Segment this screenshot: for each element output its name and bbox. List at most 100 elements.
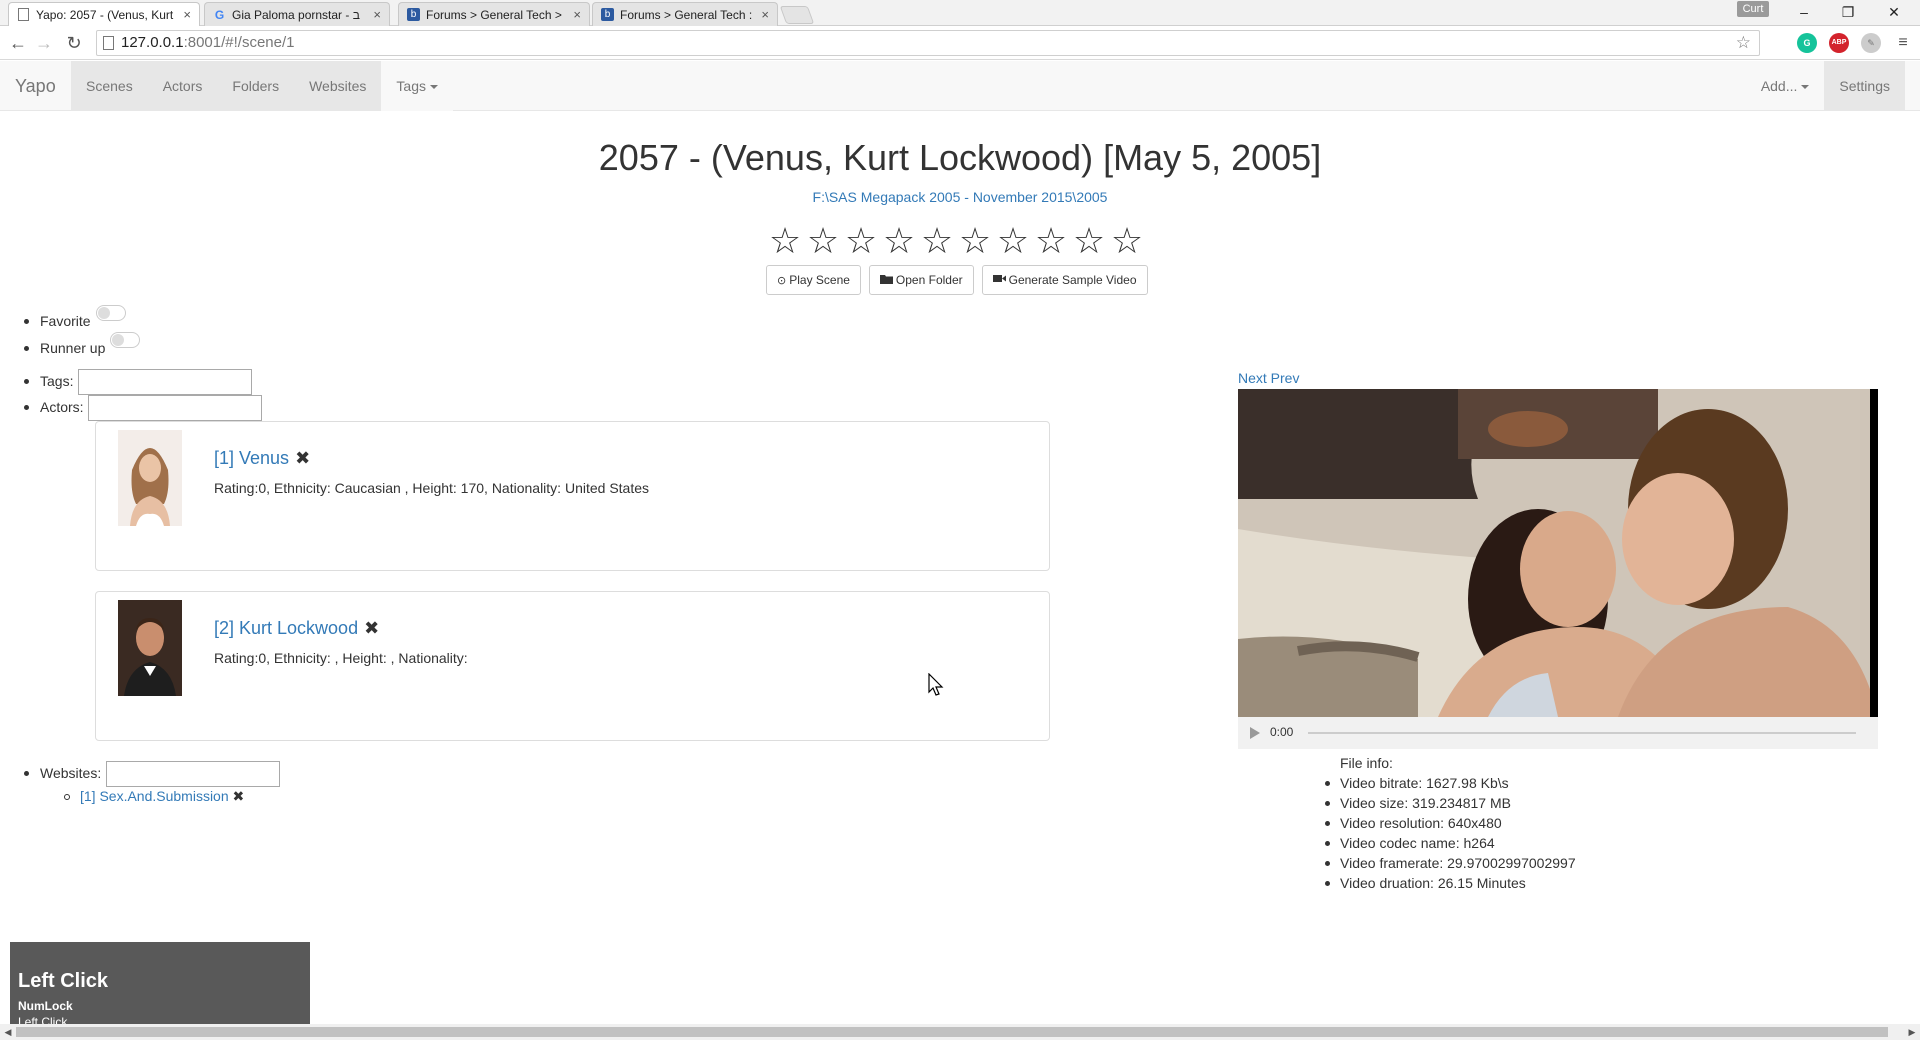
- generate-sample-button[interactable]: Generate Sample Video: [981, 265, 1148, 295]
- rating-star-1[interactable]: ☆: [766, 219, 804, 263]
- tags-input[interactable]: [78, 369, 252, 395]
- list-bullet: [1325, 781, 1330, 786]
- rating-star-4[interactable]: ☆: [880, 219, 918, 263]
- actor-name: [1] Venus: [214, 448, 290, 468]
- forum-icon: b: [407, 8, 420, 21]
- tags-label: Tags:: [40, 373, 74, 389]
- google-icon: G: [214, 7, 225, 22]
- keystroke-main: Left Click: [18, 970, 109, 992]
- video-player[interactable]: [1238, 389, 1878, 717]
- page-title: 2057 - (Venus, Kurt Lockwood) [May 5, 20…: [598, 137, 1322, 178]
- website-name: [1] Sex.And.Submission: [80, 788, 229, 804]
- actors-label: Actors:: [40, 399, 84, 415]
- browser-tab-4[interactable]: b Forums > General Tech : ×: [592, 2, 778, 26]
- nav-scenes[interactable]: Scenes: [71, 61, 148, 111]
- actor-name: [2] Kurt Lockwood: [214, 618, 359, 638]
- close-icon[interactable]: ×: [573, 7, 581, 22]
- list-bullet: [64, 794, 70, 800]
- minimize-icon[interactable]: –: [1784, 2, 1824, 22]
- favorite-toggle[interactable]: [96, 305, 126, 321]
- browser-tab-2[interactable]: G Gia Paloma pornstar - ב ×: [204, 2, 390, 26]
- list-bullet: [1325, 881, 1330, 886]
- browser-tab-1[interactable]: Yapo: 2057 - (Venus, Kurt ×: [8, 2, 200, 26]
- nav-right: Add... Settings: [1746, 61, 1905, 111]
- rating-star-3[interactable]: ☆: [842, 219, 880, 263]
- menu-icon[interactable]: ≡: [1893, 33, 1913, 53]
- browser-tab-3[interactable]: b Forums > General Tech > ×: [398, 2, 590, 26]
- actor-link[interactable]: [1] Venus ✖: [214, 448, 310, 469]
- websites-input[interactable]: [106, 761, 280, 787]
- horizontal-scrollbar[interactable]: ◀ ▶: [0, 1024, 1920, 1040]
- websites-label: Websites:: [40, 765, 102, 781]
- remove-icon[interactable]: ✖: [364, 618, 379, 638]
- browser-tabstrip: Yapo: 2057 - (Venus, Kurt × G Gia Paloma…: [0, 0, 1920, 26]
- nav-settings[interactable]: Settings: [1824, 61, 1905, 111]
- grammarly-extension-icon[interactable]: G: [1797, 33, 1817, 53]
- nav-add-label: Add...: [1760, 78, 1798, 94]
- brand-logo[interactable]: Yapo: [15, 61, 56, 111]
- actor-photo[interactable]: [118, 600, 182, 696]
- user-badge[interactable]: Curt: [1737, 1, 1769, 17]
- remove-icon[interactable]: ✖: [295, 448, 310, 468]
- nav-add-dropdown[interactable]: Add...: [1746, 61, 1825, 111]
- actor-link[interactable]: [2] Kurt Lockwood ✖: [214, 618, 379, 639]
- reload-icon[interactable]: ↻: [62, 31, 86, 55]
- nav-links: Scenes Actors Folders Websites Tags: [71, 61, 453, 111]
- page-icon: [103, 36, 114, 50]
- play-scene-button[interactable]: ⊙ Play Scene: [766, 265, 861, 295]
- rating-star-9[interactable]: ☆: [1070, 219, 1108, 263]
- forum-icon: b: [601, 8, 614, 21]
- keystroke-modifier: NumLock: [18, 999, 73, 1013]
- play-icon[interactable]: [1250, 727, 1260, 739]
- rating-star-2[interactable]: ☆: [804, 219, 842, 263]
- close-icon[interactable]: ×: [373, 7, 381, 22]
- video-progress-bar[interactable]: [1308, 732, 1856, 734]
- actors-input[interactable]: [88, 395, 262, 421]
- nav-tags-dropdown[interactable]: Tags: [381, 61, 453, 111]
- back-icon[interactable]: ←: [6, 31, 30, 55]
- close-icon[interactable]: ×: [183, 7, 191, 22]
- new-tab-button[interactable]: [779, 6, 815, 24]
- scroll-right-icon[interactable]: ▶: [1904, 1024, 1920, 1040]
- address-bar[interactable]: 127.0.0.1:8001/#!/scene/1 ☆: [96, 30, 1760, 56]
- nav-websites[interactable]: Websites: [294, 61, 381, 111]
- file-info-item: Video resolution: 640x480: [1340, 815, 1502, 831]
- file-info-item: Video codec name: h264: [1340, 835, 1495, 851]
- folder-icon: [879, 274, 893, 287]
- runner-up-label: Runner up: [40, 340, 106, 356]
- rating-star-6[interactable]: ☆: [956, 219, 994, 263]
- browser-toolbar: ← → ↻ 127.0.0.1:8001/#!/scene/1 ☆: [0, 26, 1920, 60]
- nav-folders[interactable]: Folders: [217, 61, 294, 111]
- list-bullet: [24, 405, 29, 410]
- actor-card: [2] Kurt Lockwood ✖ Rating:0, Ethnicity: …: [95, 591, 1050, 741]
- list-bullet: [24, 771, 29, 776]
- play-scene-label: Play Scene: [789, 273, 850, 287]
- website-link[interactable]: [1] Sex.And.Submission ✖: [80, 788, 244, 805]
- extension-icon[interactable]: ✎: [1861, 33, 1881, 53]
- video-controls: 0:00: [1238, 717, 1878, 749]
- scrollbar-thumb[interactable]: [16, 1027, 1888, 1037]
- runner-up-toggle[interactable]: [110, 332, 140, 348]
- list-bullet: [24, 379, 29, 384]
- rating-star-8[interactable]: ☆: [1032, 219, 1070, 263]
- scene-path-link[interactable]: F:\SAS Megapack 2005 - November 2015\200…: [0, 189, 1920, 205]
- forward-icon[interactable]: →: [32, 31, 56, 55]
- scene-actions: ⊙ Play Scene Open Folder Generate Sample …: [766, 265, 1148, 295]
- close-window-icon[interactable]: ✕: [1874, 2, 1914, 22]
- chevron-down-icon: [429, 85, 438, 90]
- restore-icon[interactable]: ❐: [1828, 2, 1868, 22]
- actor-photo[interactable]: [118, 430, 182, 526]
- rating-star-5[interactable]: ☆: [918, 219, 956, 263]
- scroll-left-icon[interactable]: ◀: [0, 1024, 16, 1040]
- video-nav[interactable]: Next Prev: [1238, 370, 1299, 386]
- open-folder-button[interactable]: Open Folder: [868, 265, 974, 295]
- adblock-extension-icon[interactable]: ABP: [1829, 33, 1849, 53]
- bookmark-star-icon[interactable]: ☆: [1736, 31, 1751, 55]
- close-icon[interactable]: ×: [761, 7, 769, 22]
- rating-star-10[interactable]: ☆: [1108, 219, 1146, 263]
- list-bullet: [24, 346, 29, 351]
- remove-icon[interactable]: ✖: [233, 788, 245, 804]
- list-bullet: [1325, 861, 1330, 866]
- rating-star-7[interactable]: ☆: [994, 219, 1032, 263]
- nav-actors[interactable]: Actors: [148, 61, 218, 111]
